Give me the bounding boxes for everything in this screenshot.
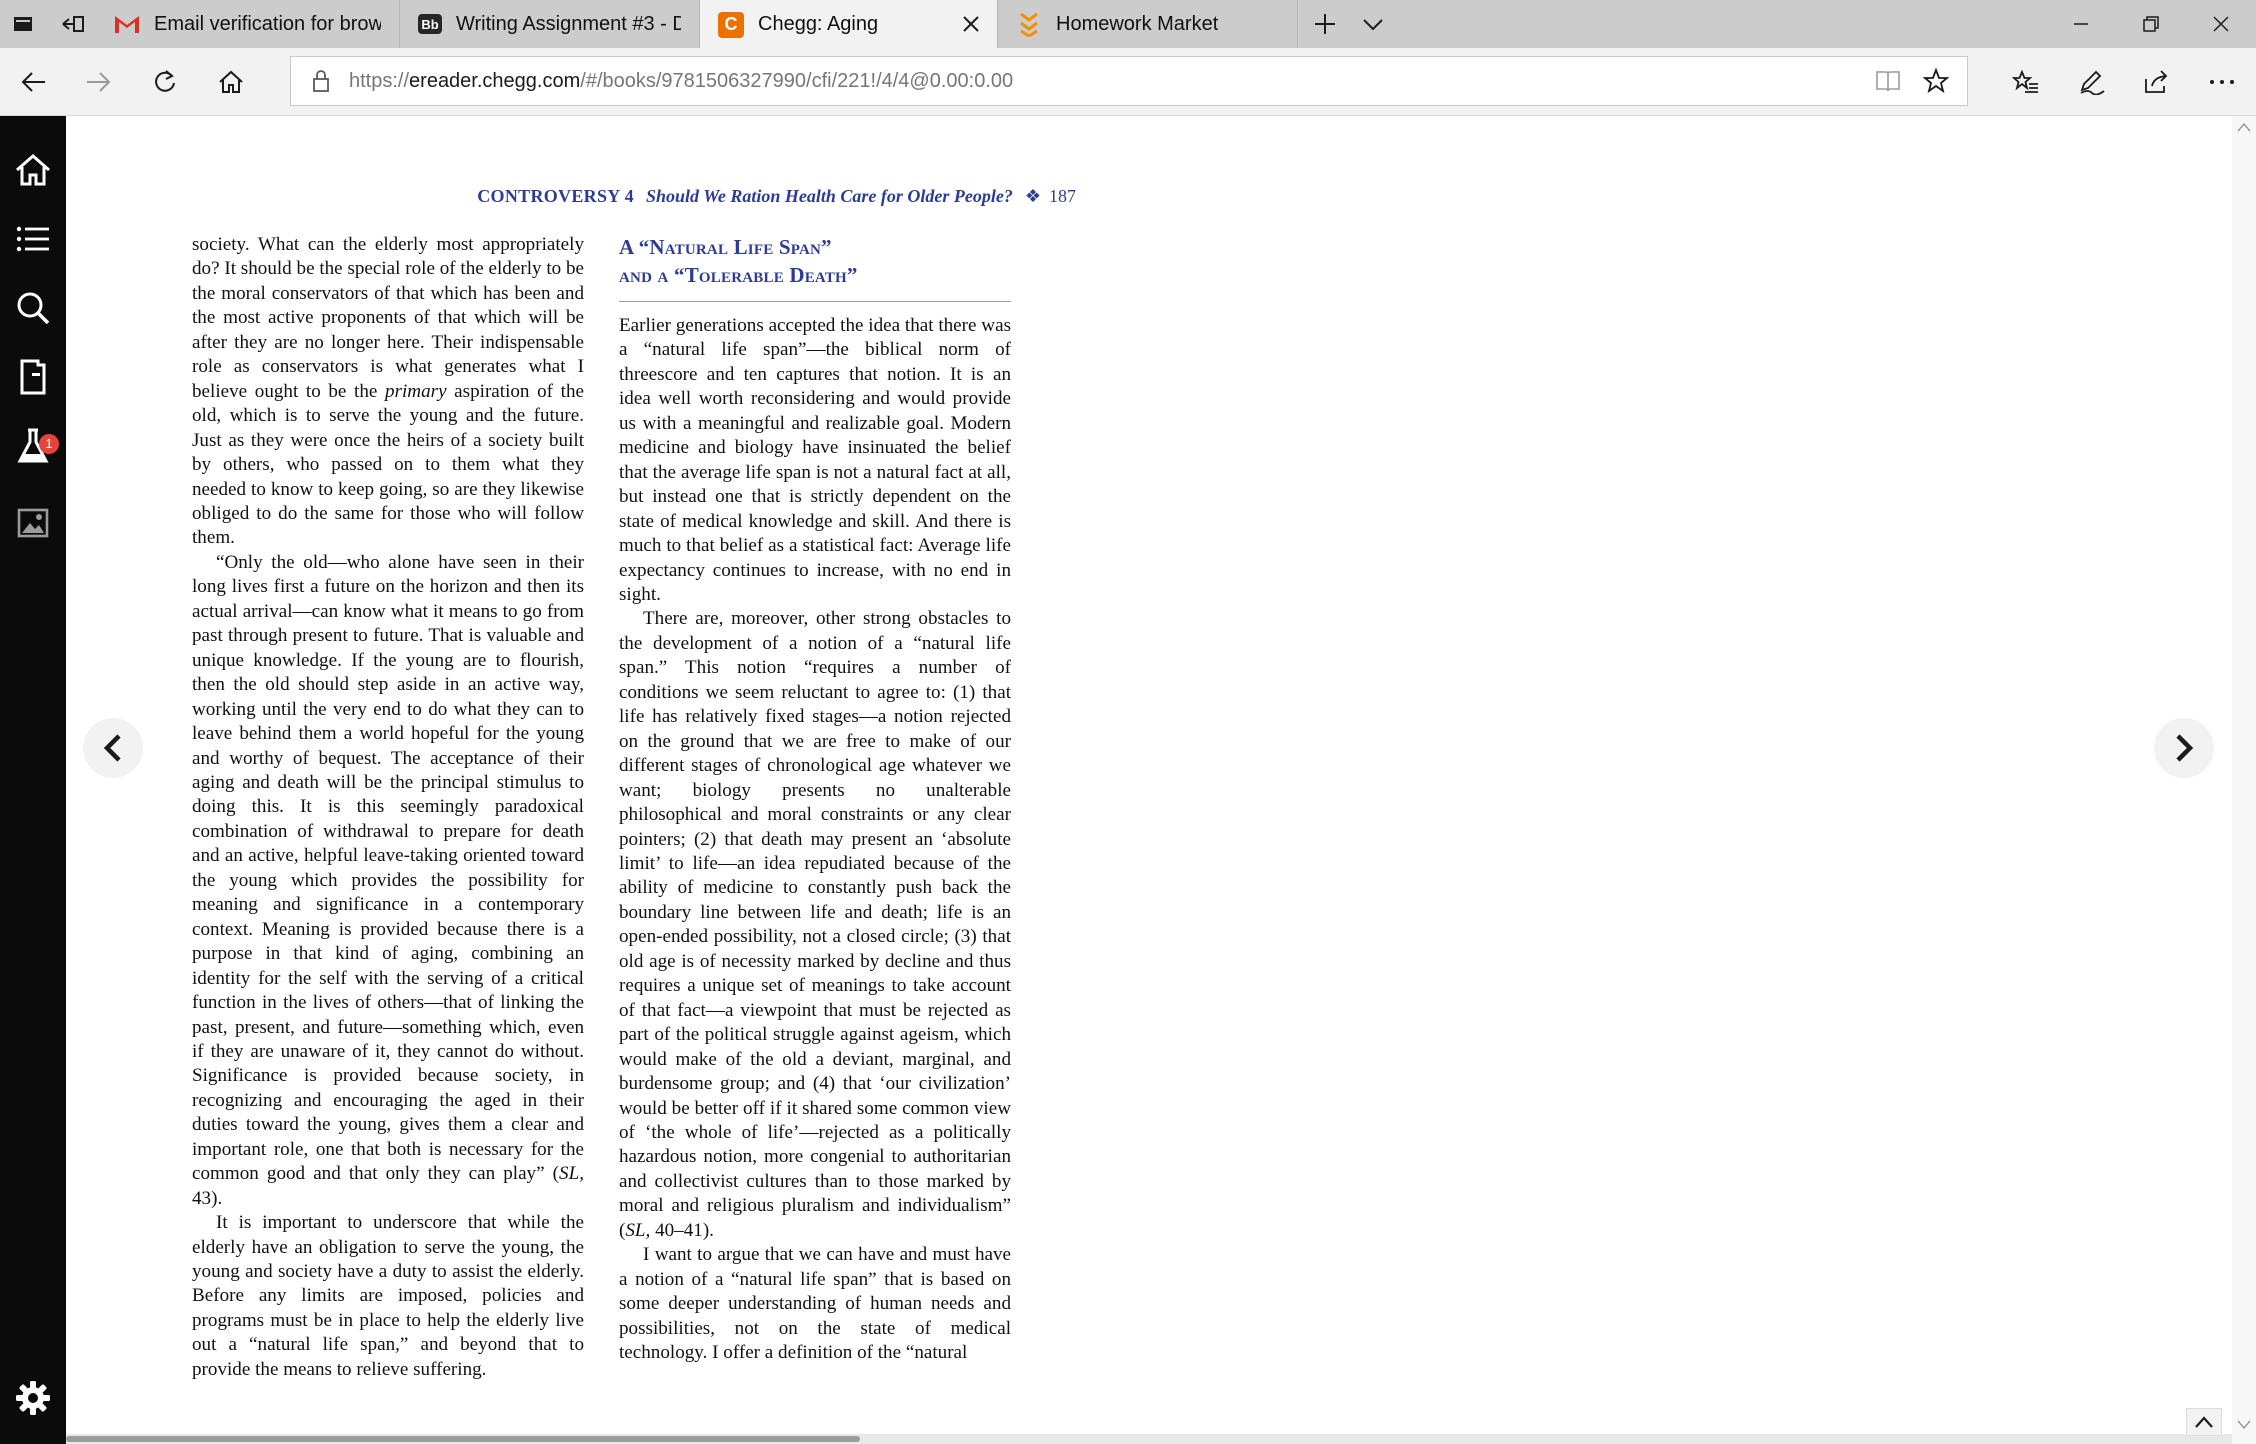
url-path: /#/books/9781506327990/cfi/221!/4/4@0.00… <box>580 70 1014 92</box>
chevron-right-icon <box>2176 734 2194 762</box>
search-button[interactable] <box>9 284 57 332</box>
reader-viewport: CONTROVERSY 4 Should We Ration Health Car… <box>66 116 2256 1444</box>
notification-badge: 1 <box>39 434 59 454</box>
chevron-left-icon <box>103 734 121 762</box>
tab-label: Chegg: Aging <box>758 13 879 35</box>
running-head: CONTROVERSY 4 Should We Ration Health Car… <box>390 186 1076 207</box>
favorites-list-icon <box>2012 69 2038 93</box>
share-icon <box>2145 70 2168 93</box>
paragraph: I want to argue that we can have and mus… <box>619 1244 1011 1364</box>
chapter-title: Should We Ration Health Care for Older P… <box>646 186 1013 206</box>
tab-label: Homework Market <box>1056 12 1219 35</box>
homework-market-icon <box>1016 11 1042 37</box>
list-icon <box>16 226 49 252</box>
search-icon <box>17 292 50 325</box>
scroll-down-arrow-icon[interactable] <box>2237 1420 2251 1430</box>
more-dots-icon <box>2210 80 2234 84</box>
section-heading-line: A “Natural Life Span” <box>619 235 832 259</box>
favorite-star-icon[interactable] <box>1923 68 1949 94</box>
chevron-down-icon <box>1363 19 1383 31</box>
share-button[interactable] <box>2132 58 2180 106</box>
chegg-icon: C <box>718 11 744 38</box>
paragraph: It is important to underscore that while… <box>192 1212 584 1380</box>
url-scheme: https:// <box>349 70 410 92</box>
reader-sidebar: 1 <box>0 116 66 1444</box>
page-number: 187 <box>1049 186 1076 206</box>
new-tab-button[interactable] <box>1302 0 1348 48</box>
home-icon <box>219 70 243 93</box>
plus-icon <box>1315 14 1335 34</box>
gear-icon <box>16 1381 50 1415</box>
scroll-to-top-button[interactable] <box>2186 1408 2222 1436</box>
url-text: https://ereader.chegg.com/#/books/978150… <box>349 70 1013 93</box>
tab-preview-button[interactable] <box>1350 0 1396 48</box>
refresh-icon <box>155 70 175 92</box>
close-tab-icon[interactable] <box>959 12 983 36</box>
lock-icon <box>313 70 329 92</box>
back-button[interactable] <box>10 58 58 106</box>
horizontal-scrollbar[interactable] <box>66 1434 2232 1444</box>
tab-chegg[interactable]: C Chegg: Aging <box>700 0 998 49</box>
section-heading: A “Natural Life Span” and a “Tolerable D… <box>619 233 1011 302</box>
paragraph: “Only the old—who alone have seen in the… <box>192 551 584 1209</box>
restore-button[interactable] <box>2116 0 2186 48</box>
set-tabs-aside-button[interactable] <box>50 0 96 48</box>
images-button[interactable] <box>9 499 57 547</box>
section-heading-line: and a “Tolerable Death” <box>619 263 858 287</box>
paragraph: society. What can the elderly most appro… <box>192 234 584 549</box>
tab-blackboard[interactable]: Bb Writing Assignment #3 - Du <box>400 0 700 48</box>
ornament-glyph: ❖ <box>1024 186 1041 206</box>
image-icon <box>17 508 49 538</box>
tab-gmail[interactable]: Email verification for brown <box>96 0 400 48</box>
tab-actions-button[interactable] <box>0 0 46 48</box>
page-icon <box>20 359 46 395</box>
previous-page-button[interactable] <box>83 718 143 778</box>
vertical-scrollbar[interactable] <box>2232 116 2256 1444</box>
horizontal-scroll-thumb[interactable] <box>66 1436 860 1442</box>
reader-home-button[interactable] <box>9 146 57 194</box>
table-of-contents-button[interactable] <box>9 215 57 263</box>
more-options-button[interactable] <box>2198 58 2246 106</box>
close-window-button[interactable] <box>2186 0 2256 48</box>
text-column-right: A “Natural Life Span” and a “Tolerable D… <box>619 233 1011 1365</box>
refresh-button[interactable] <box>141 58 189 106</box>
paragraph: Earlier generations accepted the idea th… <box>619 315 1011 605</box>
tab-label: Writing Assignment #3 - Du <box>456 12 681 35</box>
scroll-up-arrow-icon[interactable] <box>2237 122 2251 132</box>
text-column-left: society. What can the elderly most appro… <box>192 233 584 1382</box>
address-bar[interactable]: https://ereader.chegg.com/#/books/978150… <box>290 56 1968 106</box>
chevron-up-icon <box>2195 1416 2213 1428</box>
tab-actions-icon <box>14 17 32 31</box>
restore-icon <box>2143 16 2159 32</box>
tab-strip: Email verification for brown Bb Writing … <box>0 0 2256 49</box>
arrow-right-icon <box>87 72 111 92</box>
next-page-button[interactable] <box>2154 718 2214 778</box>
favorites-button[interactable] <box>2002 58 2050 106</box>
navigation-bar: https://ereader.chegg.com/#/books/978150… <box>0 48 2256 116</box>
reading-view-icon[interactable] <box>1875 69 1901 93</box>
minimize-icon <box>2074 23 2088 25</box>
arrow-left-icon <box>21 72 45 92</box>
home-button[interactable] <box>207 58 255 106</box>
controversy-label: CONTROVERSY 4 <box>477 186 634 206</box>
go-to-page-button[interactable] <box>9 353 57 401</box>
gmail-icon <box>114 11 140 37</box>
paragraph: There are, moreover, other strong obstac… <box>619 608 1011 1241</box>
blackboard-icon: Bb <box>418 14 442 34</box>
web-note-button[interactable] <box>2068 58 2116 106</box>
pen-icon <box>2080 70 2105 95</box>
close-icon <box>2213 16 2229 32</box>
minimize-button[interactable] <box>2046 0 2116 48</box>
reader-settings-button[interactable] <box>9 1374 57 1422</box>
home-icon <box>16 154 50 186</box>
tab-label: Email verification for brown <box>154 12 381 35</box>
forward-button[interactable] <box>74 58 122 106</box>
set-tabs-aside-icon <box>62 16 84 32</box>
url-host: ereader.chegg.com <box>409 70 581 92</box>
tab-homework-market[interactable]: Homework Market <box>998 0 1298 48</box>
